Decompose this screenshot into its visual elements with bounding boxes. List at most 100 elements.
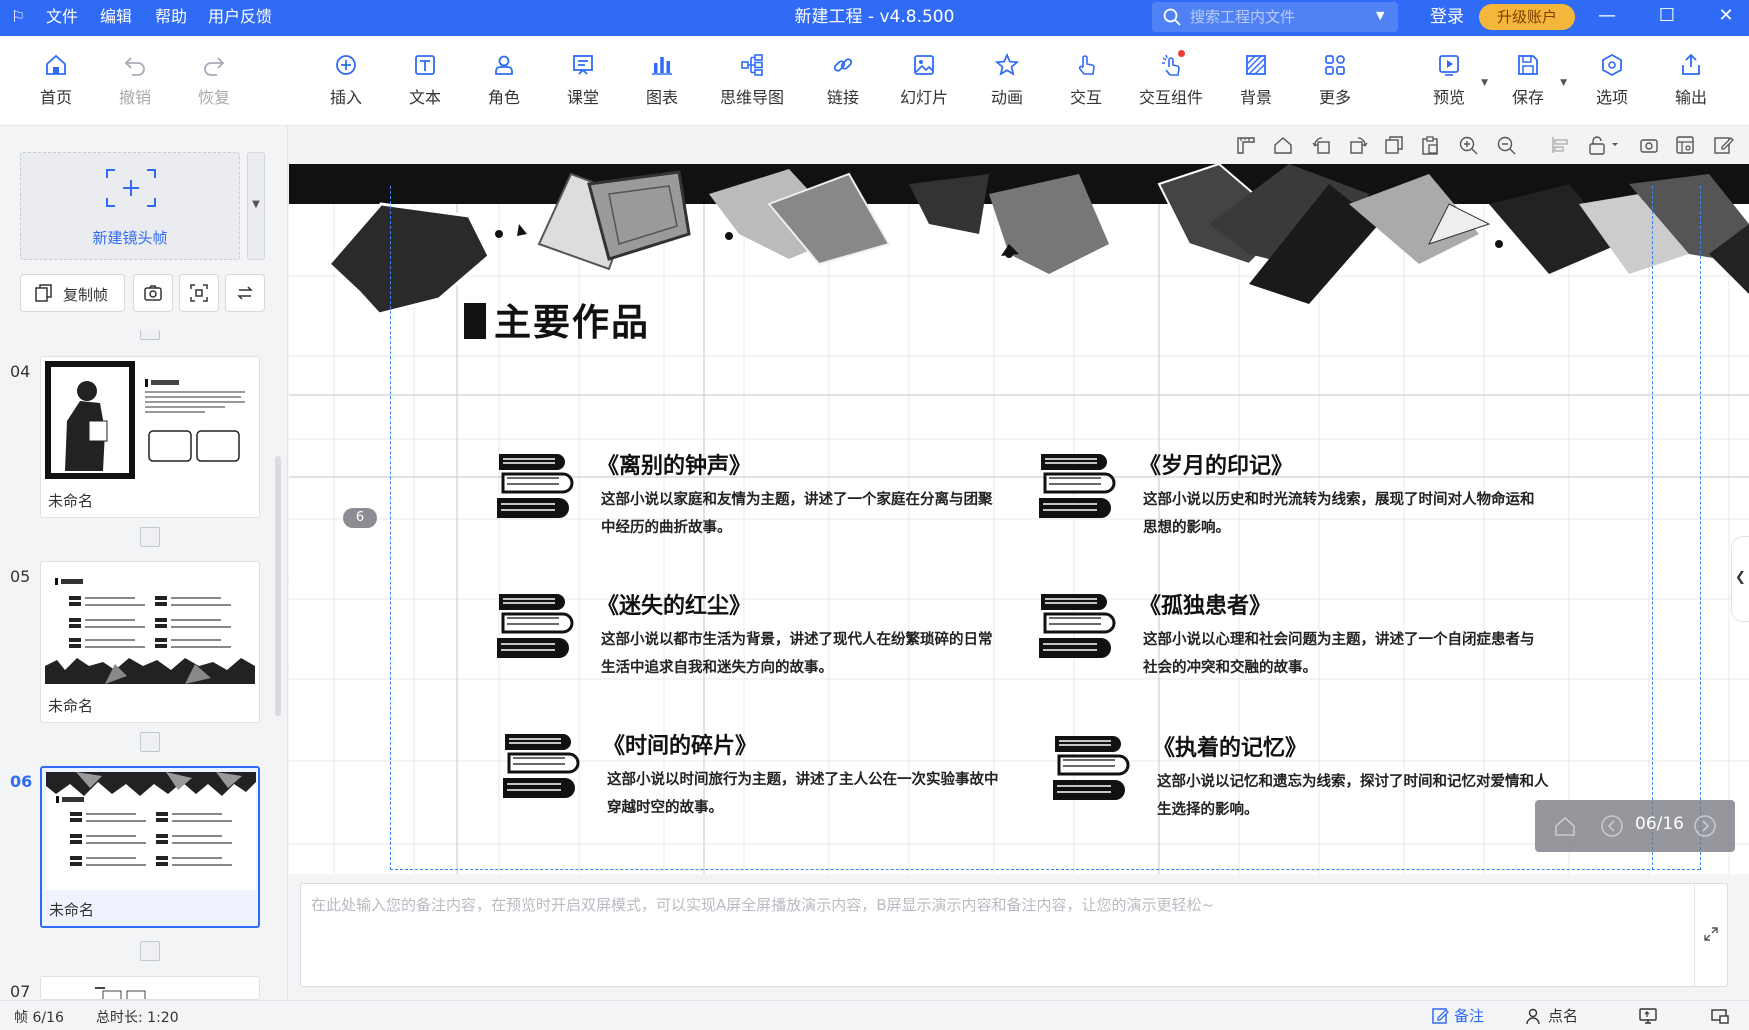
books-stack-icon: [1039, 454, 1116, 518]
frame-navigator: 06/16: [1535, 800, 1735, 852]
ruler-icon[interactable]: [1235, 134, 1257, 156]
background-button[interactable]: 背景: [1223, 52, 1289, 118]
frame-thumbnail-05[interactable]: 未命名: [40, 561, 260, 723]
save-dropdown-icon[interactable]: ▼: [1560, 78, 1567, 88]
options-button[interactable]: 选项: [1579, 52, 1645, 118]
align-left-icon[interactable]: [1549, 134, 1571, 156]
frame-thumbnail-04[interactable]: 未命名: [40, 356, 260, 518]
new-frame-button[interactable]: 新建镜头帧: [20, 152, 240, 260]
switch-frame-button[interactable]: [225, 274, 265, 312]
frame-settings-icon[interactable]: [1674, 134, 1696, 156]
edit-icon[interactable]: [1712, 134, 1734, 156]
collapse-right-panel-icon[interactable]: ❮: [1731, 536, 1749, 622]
books-stack-icon: [1053, 736, 1130, 800]
mindmap-button[interactable]: 思维导图: [719, 52, 785, 118]
home-button[interactable]: 首页: [23, 52, 89, 118]
role-button[interactable]: 角色: [471, 52, 537, 118]
new-frame-dropdown-icon[interactable]: ▼: [247, 152, 265, 260]
frame-guide-right: [1652, 186, 1653, 870]
notes-toggle-button[interactable]: 备注: [1454, 1005, 1484, 1027]
export-icon: [1682, 53, 1700, 75]
frame-page-badge[interactable]: 6: [343, 508, 377, 528]
undo-button[interactable]: 撤销: [102, 52, 168, 118]
menu-feedback[interactable]: 用户反馈: [208, 0, 272, 36]
export-button[interactable]: 输出: [1658, 52, 1724, 118]
chart-button[interactable]: 图表: [629, 52, 695, 118]
frame-thumbnail-07[interactable]: [40, 976, 260, 1000]
more-button[interactable]: 更多: [1302, 52, 1368, 118]
maximize-icon[interactable]: ☐: [1644, 0, 1690, 36]
text-icon: [415, 55, 435, 75]
rotate-right-icon[interactable]: [1347, 134, 1369, 156]
menu-help[interactable]: 帮助: [155, 0, 187, 36]
add-frame-icon: [106, 169, 156, 207]
frames-scrollbar[interactable]: [275, 456, 281, 716]
minimize-icon[interactable]: —: [1584, 0, 1630, 36]
insert-button[interactable]: 插入: [313, 52, 379, 118]
share-screen-icon[interactable]: [1710, 1006, 1730, 1026]
frame-thumbnail-06[interactable]: 未命名: [40, 766, 260, 928]
frame-number: 04: [10, 362, 31, 381]
fit-frame-icon: [190, 284, 208, 302]
zoom-in-icon[interactable]: [1457, 134, 1479, 156]
copy-element-icon[interactable]: [1383, 134, 1405, 156]
save-button[interactable]: 保存 ▼: [1495, 52, 1567, 118]
classroom-button[interactable]: 课堂: [550, 52, 616, 118]
search-icon: [1163, 8, 1181, 26]
home-view-icon[interactable]: [1272, 134, 1294, 156]
transition-icon[interactable]: [140, 732, 160, 752]
lock-dropdown-icon[interactable]: [1587, 134, 1623, 156]
interact-component-button[interactable]: 交互组件: [1138, 50, 1204, 118]
notes-expand-button[interactable]: [1694, 884, 1727, 986]
search-box[interactable]: ▼: [1152, 2, 1398, 32]
nav-home-icon[interactable]: [1553, 814, 1577, 838]
fit-frame-button[interactable]: [179, 274, 219, 312]
status-bar: 帧 6/16 总时长: 1:20 备注 点名: [0, 1000, 1749, 1030]
preview-button[interactable]: 预览 ▼: [1416, 52, 1488, 118]
role-icon: [495, 55, 513, 75]
preview-play-icon: [1439, 55, 1459, 76]
expand-icon: [1704, 927, 1718, 941]
login-link[interactable]: 登录: [1430, 0, 1464, 36]
redo-button[interactable]: 恢复: [181, 52, 247, 118]
mindmap-icon: [741, 54, 763, 76]
paste-icon[interactable]: [1419, 134, 1441, 156]
transition-icon[interactable]: [140, 330, 160, 340]
nav-next-icon[interactable]: [1693, 814, 1717, 838]
screenshot-icon[interactable]: [1638, 134, 1660, 156]
search-input[interactable]: [1190, 6, 1370, 28]
frame-number: 05: [10, 567, 31, 586]
upgrade-button[interactable]: 升级账户: [1479, 4, 1575, 30]
snapshot-frame-button[interactable]: [133, 274, 173, 312]
zoom-out-icon[interactable]: [1495, 134, 1517, 156]
slide-canvas[interactable]: 主要作品 《离别的钟声》 这部小说以家庭和友情为主题，讲述了一个家庭在分离与团聚…: [289, 164, 1749, 874]
menu-edit[interactable]: 编辑: [100, 0, 132, 36]
menu-file[interactable]: 文件: [46, 0, 78, 36]
notes-input[interactable]: [311, 894, 1681, 978]
nav-prev-icon[interactable]: [1600, 814, 1624, 838]
rotate-left-icon[interactable]: [1311, 134, 1333, 156]
transition-icon[interactable]: [140, 527, 160, 547]
thumbnail-image: [45, 566, 255, 684]
save-icon: [1518, 55, 1538, 75]
link-button[interactable]: 链接: [810, 52, 876, 118]
frame-guide-right-outer: [1700, 186, 1701, 870]
copy-frame-button[interactable]: 复制帧: [20, 274, 125, 312]
slide-button[interactable]: 幻灯片: [891, 52, 957, 118]
frame-indicator: 帧 6/16: [14, 1010, 64, 1026]
books-stack-icon: [497, 594, 574, 658]
switch-icon: [237, 286, 253, 300]
link-icon: [833, 58, 853, 72]
rollcall-button[interactable]: 点名: [1548, 1005, 1578, 1027]
preview-dropdown-icon[interactable]: ▼: [1481, 78, 1488, 88]
search-dropdown-icon[interactable]: ▼: [1376, 7, 1390, 25]
screen-mode-icon[interactable]: [1638, 1006, 1658, 1026]
frame-number: 07: [10, 982, 31, 1001]
books-stack-icon: [503, 734, 580, 798]
text-button[interactable]: 文本: [392, 52, 458, 118]
animation-button[interactable]: 动画: [974, 52, 1040, 118]
close-icon[interactable]: ✕: [1703, 0, 1749, 36]
transition-icon[interactable]: [140, 941, 160, 961]
interact-button[interactable]: 交互: [1053, 52, 1119, 118]
more-grid-icon: [1325, 55, 1345, 75]
